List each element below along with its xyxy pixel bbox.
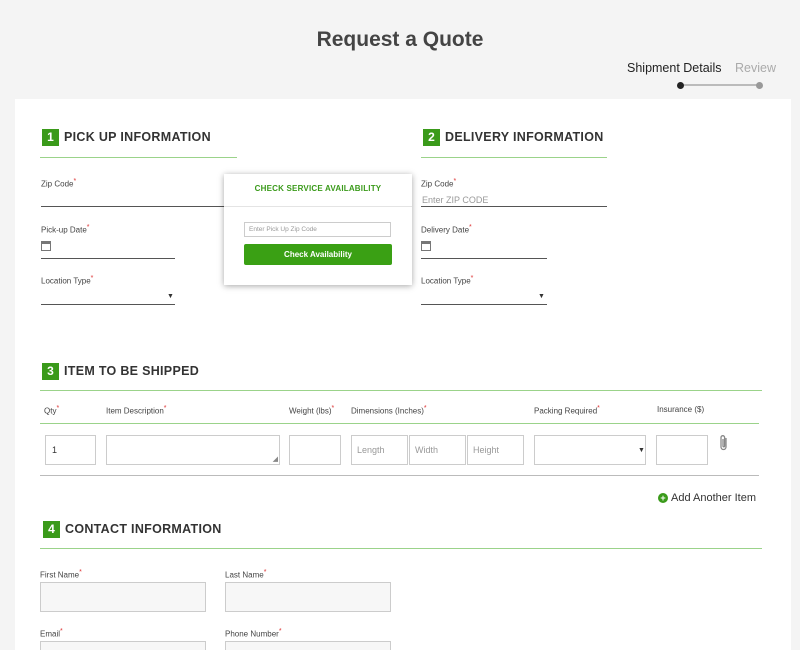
step-dot-idle [756, 82, 763, 89]
calendar-icon[interactable] [421, 241, 431, 251]
delivery-zip-label: Zip Code* [421, 178, 457, 189]
phone-label: Phone Number* [225, 628, 282, 639]
phone-input[interactable] [225, 641, 391, 650]
delivery-section-title: DELIVERY INFORMATION [445, 130, 604, 144]
first-name-input[interactable] [40, 582, 206, 612]
step-review[interactable]: Review [735, 61, 776, 75]
popup-divider [224, 206, 412, 207]
pickup-section-rule [40, 157, 237, 158]
qty-value: 1 [52, 445, 58, 455]
col-item-description: Item Description* [106, 405, 167, 416]
delivery-zip-underline [421, 206, 607, 207]
page-title: Request a Quote [316, 28, 484, 51]
contact-section-rule [40, 548, 762, 549]
delivery-location-select[interactable] [421, 304, 547, 305]
paperclip-icon[interactable] [718, 434, 730, 452]
qty-input[interactable]: 1 [45, 435, 96, 465]
chevron-down-icon: ▼ [638, 447, 645, 454]
popup-title: CHECK SERVICE AVAILABILITY [254, 184, 382, 193]
service-availability-popup: CHECK SERVICE AVAILABILITY Enter Pick Up… [224, 174, 412, 285]
item-description-textarea[interactable]: ◢ [106, 435, 280, 465]
col-insurance: Insurance ($) [657, 405, 705, 414]
packing-select[interactable]: ▼ [534, 435, 646, 465]
add-another-item-button[interactable]: + Add Another Item [658, 492, 756, 504]
step-shipment-details[interactable]: Shipment Details [627, 61, 722, 75]
section-number-4: 4 [43, 521, 60, 538]
pickup-section-title: PICK UP INFORMATION [64, 130, 211, 144]
step-dot-active [677, 82, 684, 89]
delivery-section-rule [421, 157, 607, 158]
email-label: Email* [40, 628, 63, 639]
first-name-label: First Name* [40, 569, 82, 580]
length-input[interactable]: Length [351, 435, 408, 465]
items-section-title: ITEM TO BE SHIPPED [64, 364, 200, 378]
table-row-rule [40, 475, 759, 476]
pickup-zip-label: Zip Code* [41, 178, 77, 189]
insurance-input[interactable] [656, 435, 708, 465]
delivery-date-label: Delivery Date* [421, 224, 472, 235]
contact-section-title: CONTACT INFORMATION [65, 522, 222, 536]
pickup-zip-check-input[interactable]: Enter Pick Up Zip Code [244, 222, 391, 237]
check-availability-button[interactable]: Check Availability [244, 244, 392, 265]
width-input[interactable]: Width [409, 435, 466, 465]
delivery-location-label: Location Type* [421, 275, 474, 286]
last-name-label: Last Name* [225, 569, 267, 580]
delivery-zip-input[interactable]: Enter ZIP CODE [422, 195, 488, 205]
pickup-zip-input[interactable] [41, 206, 225, 207]
section-number-3: 3 [42, 363, 59, 380]
height-input[interactable]: Height [467, 435, 524, 465]
col-weight: Weight (lbs)* [289, 405, 335, 416]
last-name-input[interactable] [225, 582, 391, 612]
delivery-date-input[interactable] [421, 258, 547, 259]
pickup-date-input[interactable] [41, 258, 175, 259]
pickup-date-label: Pick-up Date* [41, 224, 90, 235]
weight-input[interactable] [289, 435, 341, 465]
email-input[interactable] [40, 641, 206, 650]
section-number-2: 2 [423, 129, 440, 146]
height-placeholder: Height [473, 445, 500, 455]
plus-circle-icon: + [658, 493, 668, 503]
section-number-1: 1 [42, 129, 59, 146]
calendar-icon[interactable] [41, 241, 51, 251]
items-section-rule [40, 390, 762, 391]
chevron-down-icon[interactable]: ▼ [538, 293, 545, 300]
step-progress-line [680, 84, 759, 86]
col-qty: Qty* [44, 405, 60, 416]
resize-handle-icon[interactable]: ◢ [273, 456, 278, 463]
table-header-rule [40, 423, 759, 424]
chevron-down-icon[interactable]: ▼ [167, 293, 174, 300]
pickup-location-label: Location Type* [41, 275, 94, 286]
col-packing: Packing Required* [534, 405, 600, 416]
add-item-label: Add Another Item [671, 492, 756, 504]
pickup-location-select[interactable] [41, 304, 175, 305]
col-dimensions: Dimensions (Inches)* [351, 405, 427, 416]
width-placeholder: Width [415, 445, 439, 455]
length-placeholder: Length [357, 445, 385, 455]
